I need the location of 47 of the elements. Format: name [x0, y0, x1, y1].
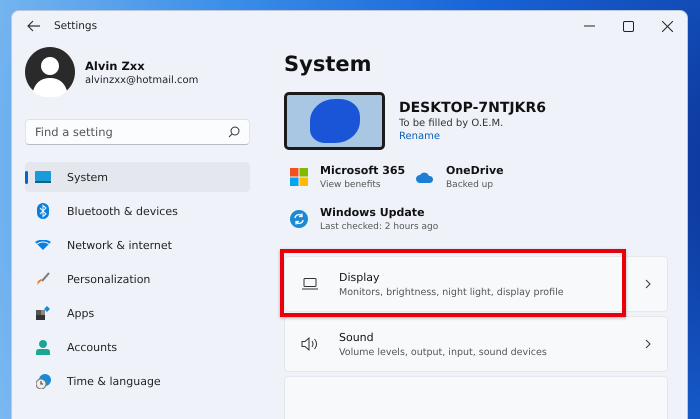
card-title: Display	[339, 270, 381, 284]
four-squares-icon	[290, 168, 308, 186]
nav-item[interactable]: Time & language	[25, 366, 250, 396]
minimize-icon	[584, 25, 595, 27]
tile-title[interactable]: OneDrive	[446, 164, 504, 177]
nav-item[interactable]: Bluetooth & devices	[25, 196, 250, 226]
tile-subtitle: View benefits	[320, 180, 382, 190]
close-icon	[662, 20, 673, 32]
card-title: Sound	[339, 330, 375, 344]
chevron-icon	[645, 339, 651, 349]
wifi-icon	[35, 240, 51, 250]
apps-icon	[35, 306, 51, 320]
cloud-icon	[416, 172, 434, 182]
avatar-icon	[25, 47, 75, 97]
account-name: Alvin Zxx	[85, 58, 146, 72]
rename-link[interactable]: Rename	[399, 131, 546, 142]
laptop-icon	[301, 278, 319, 290]
person-icon	[35, 340, 51, 354]
nav-item[interactable]: Accounts	[25, 332, 250, 362]
account-email: alvinzxx@hotmail.com	[85, 74, 198, 86]
bluetooth-icon	[35, 203, 51, 219]
tile-title[interactable]: Windows Update	[320, 206, 438, 219]
window-title: Settings	[54, 20, 98, 32]
nav-item[interactable]: Apps	[25, 298, 250, 328]
device-subtitle: To be filled by O.E.M.	[399, 118, 504, 129]
nav-item[interactable]: Network & internet	[25, 230, 250, 260]
nav-item[interactable]: Personalization	[25, 264, 250, 294]
tile-subtitle: Last checked: 2 hours ago	[320, 222, 438, 232]
brush-icon	[35, 272, 51, 286]
sync-icon	[290, 210, 308, 228]
card-subtitle: Volume levels, output, input, sound devices	[339, 346, 548, 358]
tile-subtitle: Backed up	[446, 180, 494, 190]
card-subtitle: Monitors, brightness, night light, display profile	[339, 286, 565, 298]
globe-clock-icon	[35, 374, 51, 388]
maximize-icon	[623, 20, 634, 32]
device-name: DESKTOP-7NTJKR6	[399, 100, 546, 116]
monitor-icon	[35, 171, 51, 183]
tile-title[interactable]: Microsoft 365	[320, 164, 406, 177]
nav-item[interactable]: System	[25, 162, 250, 192]
page-title: System	[284, 52, 372, 76]
search-field[interactable]: Find a setting	[25, 119, 250, 145]
settings-card[interactable]: Sound Volume levels, output, input, sound devices	[284, 316, 668, 372]
settings-card[interactable]: Display Monitors, brightness, night light, display profile	[284, 256, 668, 312]
back-arrow-icon	[27, 20, 41, 32]
chevron-icon	[645, 279, 651, 289]
speaker-icon	[301, 337, 319, 351]
search-icon	[228, 126, 240, 138]
